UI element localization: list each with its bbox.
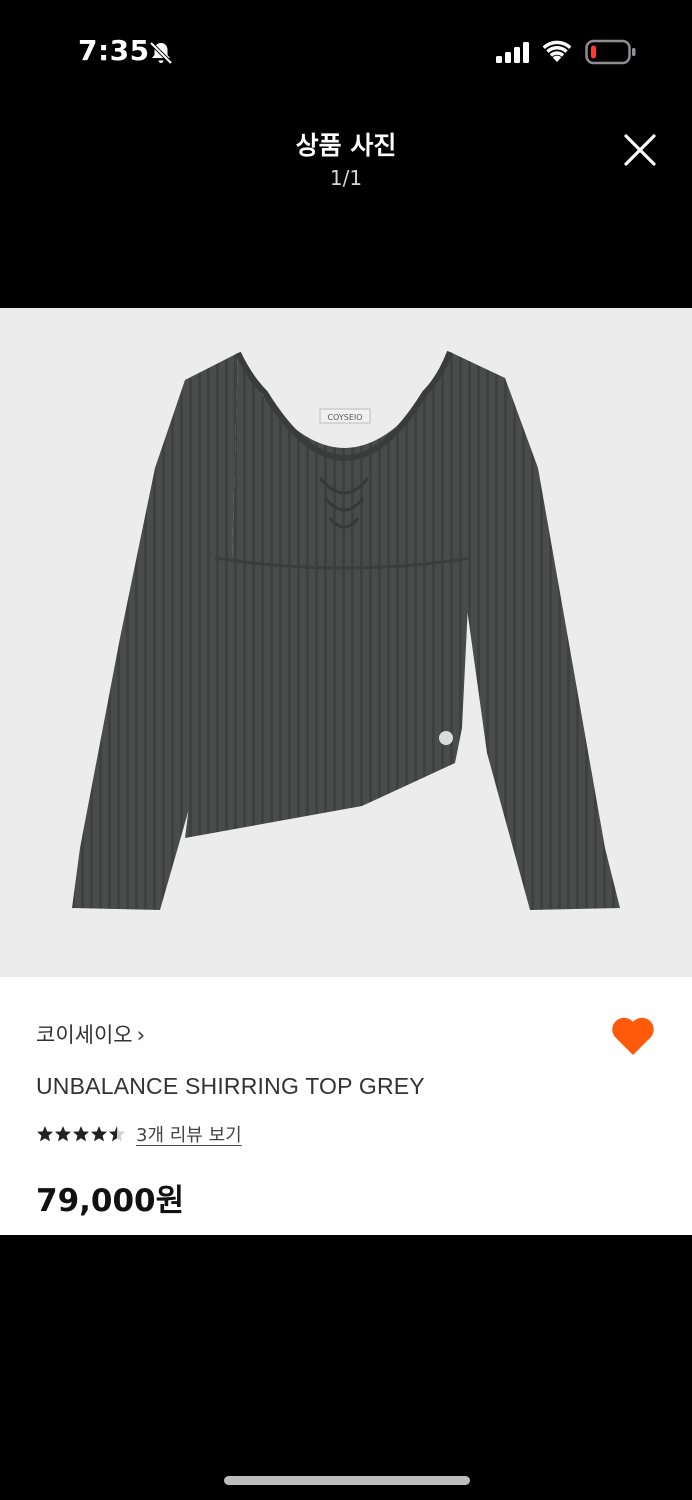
product-image: COYSEIO [72,350,620,910]
bell-slash-icon [149,41,173,65]
rating-row: 3개 리뷰 보기 [36,1122,242,1146]
status-time: 7:35 [78,34,150,67]
chevron-right-icon: › [136,1023,146,1047]
home-indicator[interactable] [224,1476,470,1485]
close-icon[interactable] [620,130,660,170]
brand-link[interactable]: 코이세이오 › [36,1019,145,1049]
garment-label: COYSEIO [327,413,362,422]
photo-viewer-header: 상품 사진 1/1 [0,120,692,200]
brand-name: 코이세이오 [36,1023,133,1047]
star-icon [91,1126,107,1142]
status-bar: 7:35 [0,0,692,100]
heart-icon[interactable] [610,1015,656,1057]
wifi-icon [542,40,572,62]
star-icon [73,1126,89,1142]
product-name: UNBALANCE SHIRRING TOP GREY [36,1073,425,1099]
product-photo[interactable]: COYSEIO [0,308,692,977]
battery-icon [585,39,636,65]
product-info-card: 코이세이오 › UNBALANCE SHIRRING TOP GREY 3개 리뷰… [0,977,692,1235]
star-icon [55,1126,71,1142]
rating-stars [36,1125,126,1143]
page-title: 상품 사진 [295,131,397,160]
signal-icon [496,42,529,63]
photo-counter: 1/1 [329,166,363,190]
star-icon [37,1126,53,1142]
star-icon [109,1126,125,1142]
review-link[interactable]: 3개 리뷰 보기 [136,1121,242,1147]
product-price: 79,000원 [36,1183,185,1219]
